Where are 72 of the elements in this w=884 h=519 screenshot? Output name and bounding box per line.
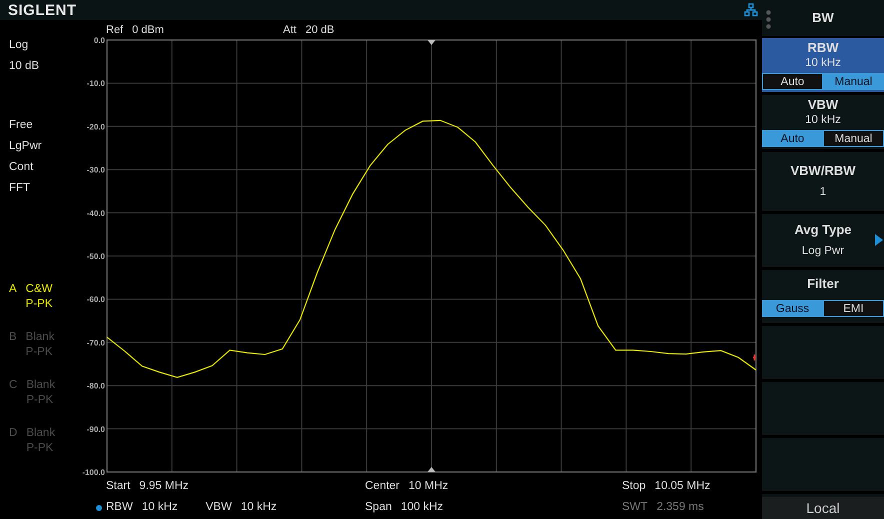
trace-name: Blank: [26, 426, 56, 441]
trace-name: C&W: [26, 282, 53, 297]
mode-label: Free: [9, 118, 34, 132]
param-label: RBW: [106, 500, 133, 515]
trace-letter: D: [9, 426, 18, 441]
ref-label: Att: [283, 25, 296, 36]
softkey[interactable]: RBW 10 kHz Auto Manual: [762, 38, 884, 95]
param-value: 9.95 MHz: [139, 478, 189, 494]
option-button[interactable]: Manual: [823, 73, 884, 90]
trace-detector: P-PK: [26, 345, 54, 360]
tick-label: 0.0: [94, 36, 105, 45]
tick-label: -30.0: [86, 166, 105, 175]
tick-label: -100.0: [82, 468, 105, 476]
tick-label: -20.0: [86, 122, 105, 132]
trace-detector: P-PK: [26, 441, 54, 456]
scale-label: 10 dB: [9, 59, 40, 73]
param-label: Span: [365, 500, 392, 515]
softkey-title: Filter: [807, 276, 839, 292]
ref-value: 20 dB: [305, 25, 334, 36]
mode-label: FFT: [9, 181, 32, 195]
tick-label: -80.0: [86, 382, 105, 391]
trace-name: Blank: [26, 378, 56, 393]
option-button[interactable]: Auto: [762, 130, 823, 147]
trace-letter: B: [9, 330, 17, 345]
param-value: 10 MHz: [408, 478, 448, 494]
trace-letter: A: [9, 282, 17, 297]
tick-label: -50.0: [86, 252, 105, 261]
param-label: SWT: [622, 500, 648, 515]
tick-label: -10.0: [86, 79, 105, 88]
trace-letter: C: [9, 378, 18, 393]
mode-label: Cont: [9, 160, 34, 174]
softkey-title: Avg Type: [794, 222, 852, 238]
tick-label: -70.0: [86, 338, 105, 348]
mode-label: LgPwr: [9, 139, 43, 153]
more-icon: [766, 9, 771, 29]
network-icon: [744, 3, 758, 17]
softkey-title: VBW: [808, 97, 838, 113]
param-label: Start: [106, 478, 130, 494]
param-label: VBW: [206, 500, 232, 515]
tick-label: -60.0: [86, 295, 105, 304]
softkey-value: 10 kHz: [805, 56, 841, 71]
param-value: 10 kHz: [142, 500, 178, 515]
center-marker-icon: [428, 467, 436, 472]
option-button[interactable]: Manual: [823, 130, 884, 147]
param-label: Stop: [622, 478, 646, 494]
marker-icon: [752, 354, 757, 362]
option-button[interactable]: EMI: [823, 300, 884, 317]
param-value: 2.359 ms: [656, 500, 704, 515]
softkey-title: VBW/RBW: [790, 163, 856, 179]
logo: SIGLENT: [8, 2, 77, 18]
submenu-arrow-icon: [875, 234, 883, 246]
softkey-value: Log Pwr: [802, 244, 844, 259]
trace-name: Blank: [26, 330, 54, 345]
param-value: 100 kHz: [400, 500, 444, 515]
softkey-value: 1: [820, 185, 826, 200]
trace-detector: P-PK: [26, 393, 54, 408]
param-label: Center: [365, 478, 400, 494]
tick-label: -40.0: [86, 208, 105, 218]
scale-label: Log: [9, 38, 30, 52]
softkey-value: 10 kHz: [805, 113, 841, 128]
ref-label: Ref: [106, 25, 124, 36]
active-dot-icon: [96, 504, 102, 510]
option-button[interactable]: Gauss: [762, 300, 823, 317]
option-button[interactable]: Auto: [762, 73, 823, 90]
ref-value: 0 dBm: [132, 25, 164, 36]
trace-detector: P-PK: [26, 297, 53, 312]
local-button[interactable]: Local: [762, 497, 884, 519]
tick-label: -90.0: [86, 424, 105, 434]
param-value: 10 kHz: [240, 500, 277, 515]
softkey-title: RBW: [807, 40, 839, 56]
center-marker-icon: [428, 40, 436, 45]
param-value: 10.05 MHz: [654, 478, 710, 494]
